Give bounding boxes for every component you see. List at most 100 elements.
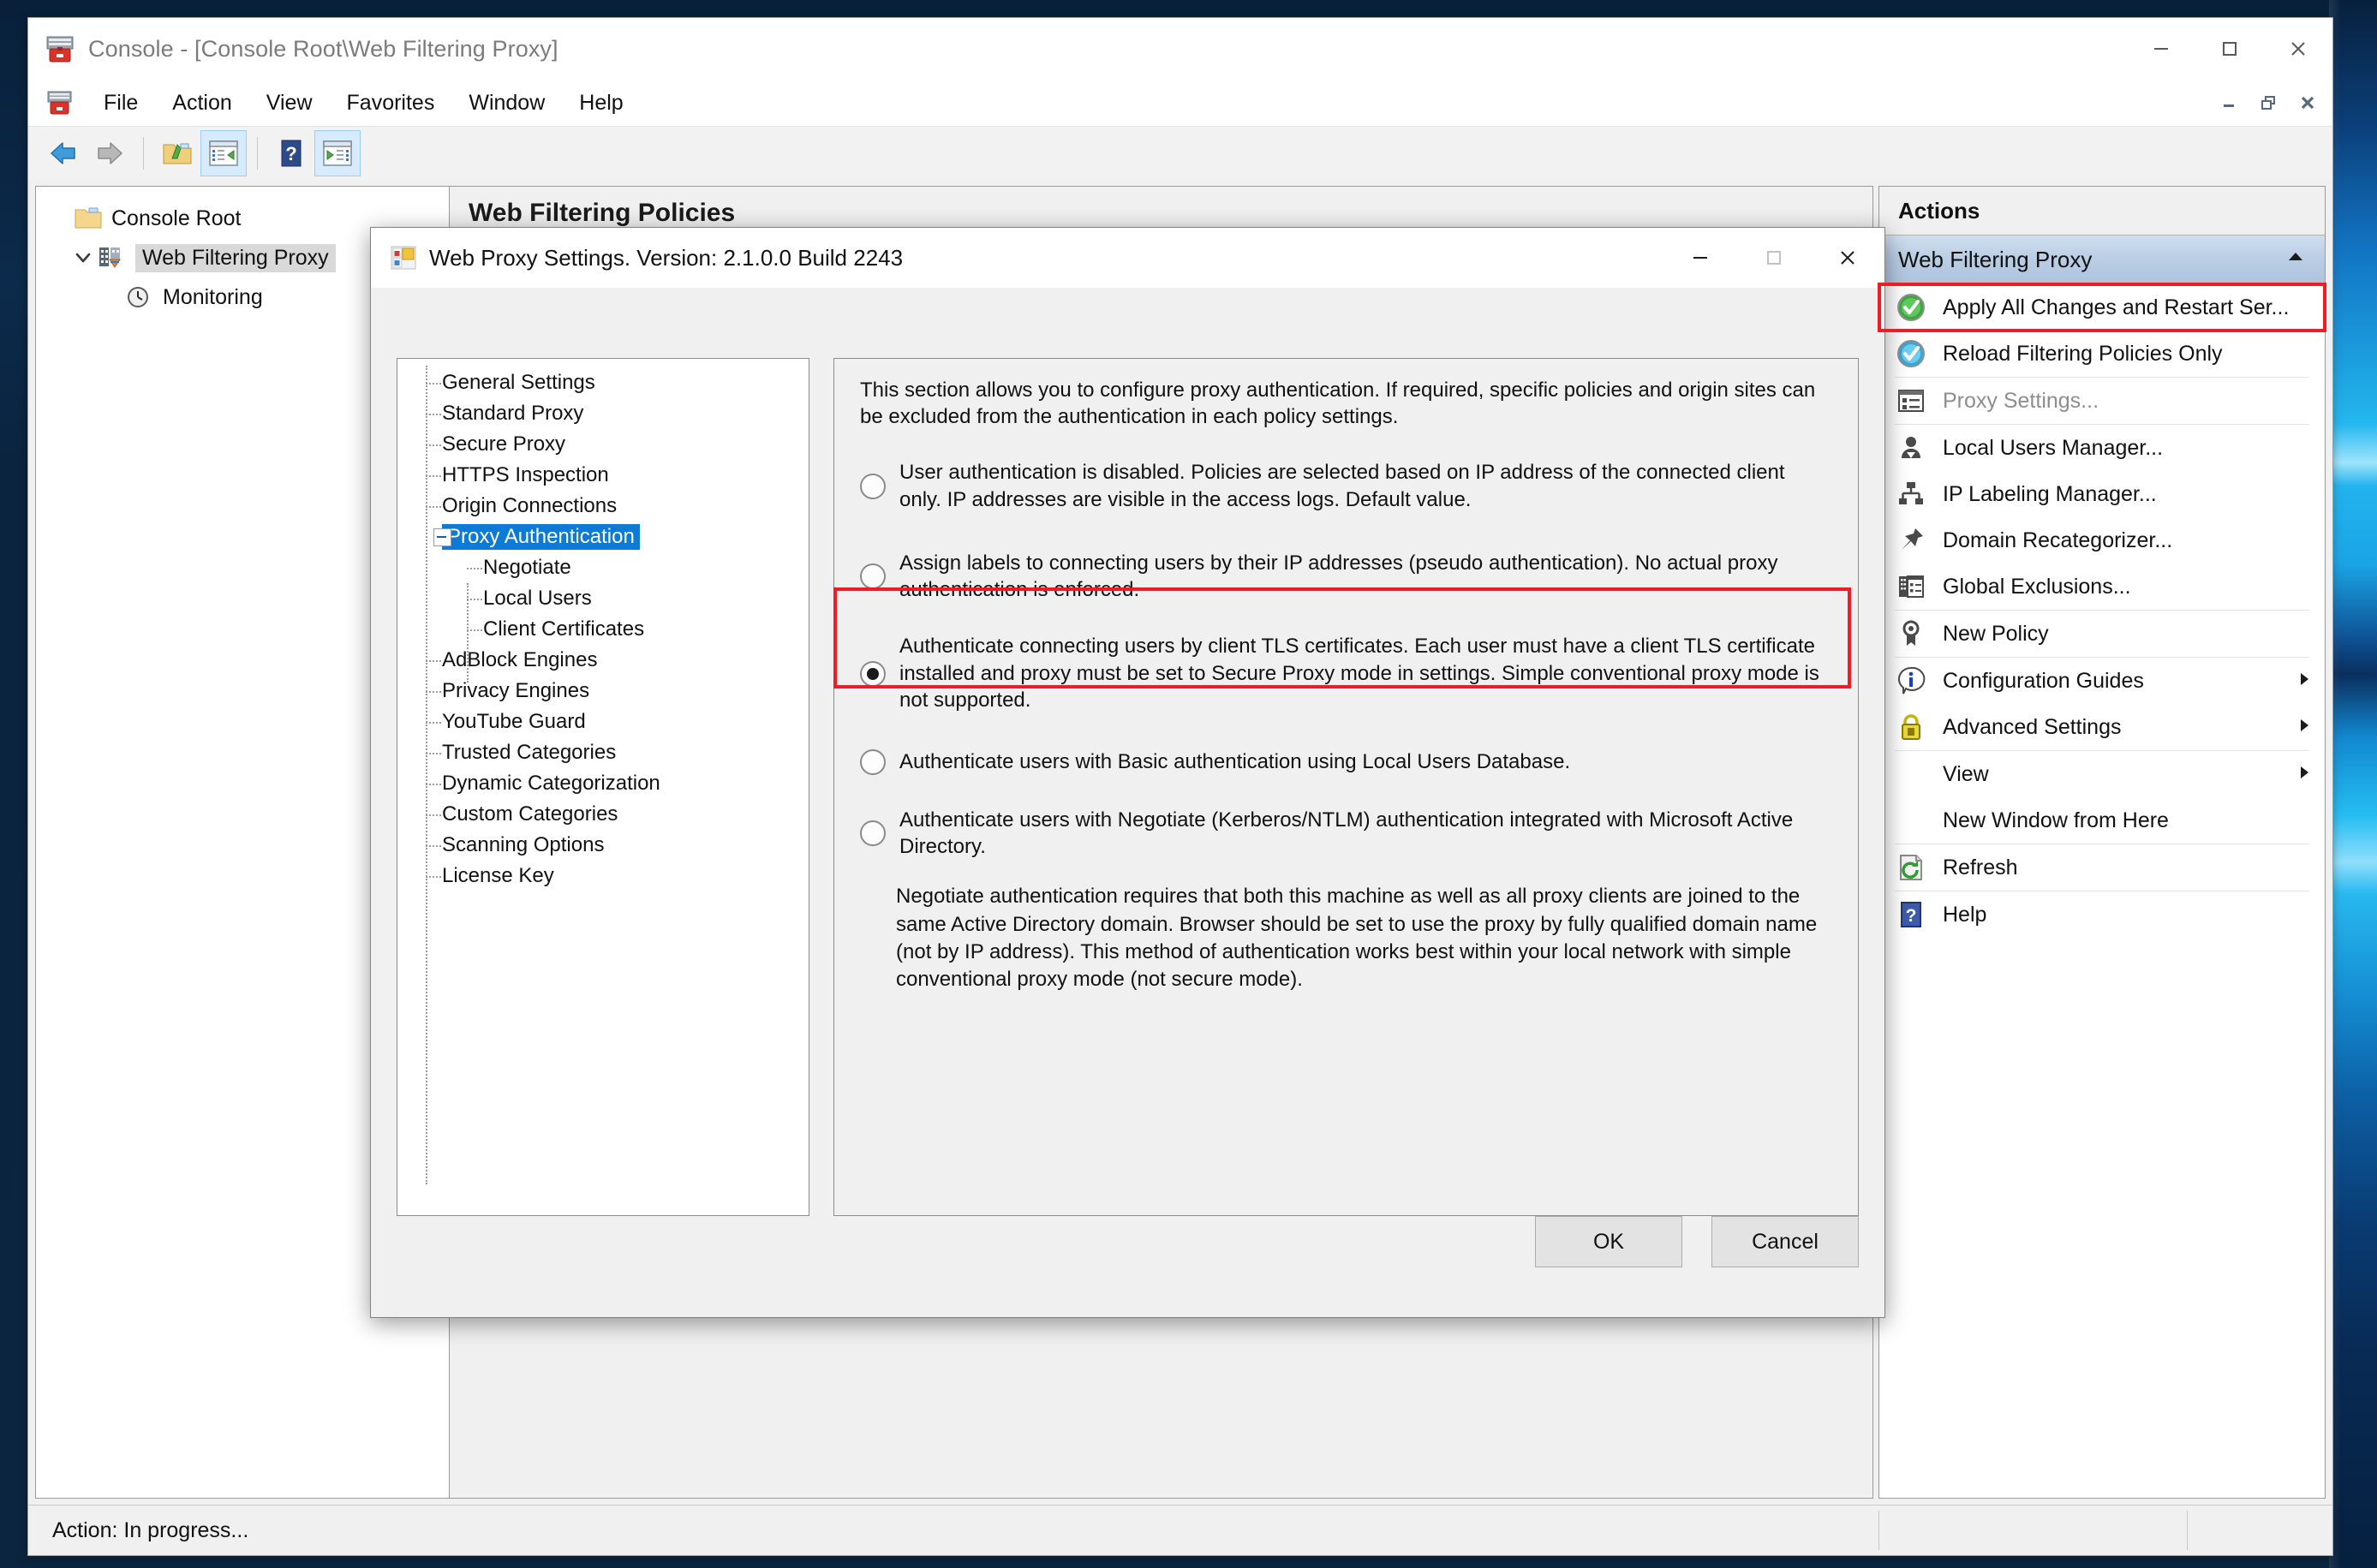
action-view[interactable]: View <box>1879 751 2325 797</box>
svg-text:?: ? <box>285 143 296 164</box>
forward-icon[interactable] <box>87 130 133 176</box>
action-label: Apply All Changes and Restart Ser... <box>1943 295 2290 319</box>
dialog-body: General Settings Standard Proxy Secure P… <box>371 288 1884 1317</box>
show-action-pane-icon[interactable] <box>314 130 361 176</box>
dialog-button-bar: OK Cancel <box>1535 1216 1859 1267</box>
option-client-tls-certificates[interactable]: Authenticate connecting users by client … <box>860 633 1832 714</box>
minimize-icon[interactable] <box>2127 18 2195 80</box>
action-help[interactable]: ? Help <box>1879 891 2325 938</box>
settings-tree-item-youtube-guard[interactable]: YouTube Guard <box>397 706 809 737</box>
tree-guide <box>413 676 442 706</box>
settings-tree-item-local-users[interactable]: Local Users <box>397 583 809 614</box>
action-label: Advanced Settings <box>1943 714 2122 739</box>
settings-tree-item-custom-categories[interactable]: Custom Categories <box>397 799 809 830</box>
settings-tree-item-proxy-authentication[interactable]: Proxy Authentication <box>397 522 809 552</box>
action-configuration-guides[interactable]: Configuration Guides <box>1879 658 2325 704</box>
mdi-close-icon[interactable] <box>2288 85 2327 121</box>
mdi-minimize-icon[interactable] <box>2209 85 2249 121</box>
maximize-icon[interactable] <box>2195 18 2264 80</box>
action-label: View <box>1943 761 1989 786</box>
info-icon <box>1895 665 1927 697</box>
action-new-window-from-here[interactable]: New Window from Here <box>1879 797 2325 844</box>
radio-ip-labels-pseudo-auth[interactable] <box>860 563 886 590</box>
menu-window[interactable]: Window <box>453 86 560 121</box>
radio-no-authentication[interactable] <box>860 474 886 500</box>
menu-file[interactable]: File <box>88 86 153 121</box>
settings-tree-item-privacy-engines[interactable]: Privacy Engines <box>397 676 809 706</box>
page-title: Web Filtering Policies <box>469 199 736 227</box>
radio-basic-authentication[interactable] <box>860 748 886 775</box>
action-new-policy[interactable]: New Policy <box>1879 611 2325 657</box>
menu-help[interactable]: Help <box>564 86 638 121</box>
action-advanced-settings[interactable]: Advanced Settings <box>1879 704 2325 750</box>
minus-expander-icon[interactable] <box>433 528 451 546</box>
lock-icon <box>1895 711 1927 743</box>
tree-item-label: Web Filtering Proxy <box>135 243 336 272</box>
menu-view[interactable]: View <box>251 86 328 121</box>
dialog-title: Web Proxy Settings. Version: 2.1.0.0 Bui… <box>429 244 904 271</box>
option-ip-labels-pseudo-auth[interactable]: Assign labels to connecting users by the… <box>860 550 1832 604</box>
settings-tree-item-client-certificates[interactable]: Client Certificates <box>397 614 809 645</box>
action-global-exclusions[interactable]: Global Exclusions... <box>1879 563 2325 610</box>
close-icon[interactable] <box>2264 18 2332 80</box>
settings-tree-label: Standard Proxy <box>442 402 584 425</box>
option-negotiate-authentication[interactable]: Authenticate users with Negotiate (Kerbe… <box>860 807 1832 861</box>
action-ip-labeling-manager[interactable]: IP Labeling Manager... <box>1879 471 2325 517</box>
tree-item-label: Monitoring <box>163 284 263 309</box>
settings-tree-item-negotiate[interactable]: Negotiate <box>397 552 809 583</box>
settings-tree-item-secure-proxy[interactable]: Secure Proxy <box>397 429 809 460</box>
actions-group-web-filtering-proxy[interactable]: Web Filtering Proxy <box>1879 235 2325 284</box>
minimize-icon[interactable] <box>1663 228 1737 288</box>
settings-tree-item-scanning-options[interactable]: Scanning Options <box>397 830 809 861</box>
menu-action[interactable]: Action <box>157 86 247 121</box>
menu-favorites[interactable]: Favorites <box>331 86 451 121</box>
action-refresh[interactable]: Refresh <box>1879 844 2325 891</box>
ok-button[interactable]: OK <box>1535 1216 1682 1267</box>
panel-intro-text: This section allows you to configure pro… <box>860 379 1816 428</box>
settings-tree-label: HTTPS Inspection <box>442 463 609 486</box>
actions-pane-header: Actions <box>1879 187 2325 235</box>
close-icon[interactable] <box>1811 228 1884 288</box>
chevron-down-icon[interactable] <box>69 248 98 267</box>
option-basic-authentication[interactable]: Authenticate users with Basic authentica… <box>860 748 1832 776</box>
settings-tree-item-https-inspection[interactable]: HTTPS Inspection <box>397 460 809 491</box>
tree-guide <box>413 768 442 799</box>
radio-client-tls-certificates[interactable] <box>860 660 886 687</box>
chevron-up-icon[interactable] <box>2285 247 2306 273</box>
tree-collapse-toggle[interactable] <box>413 522 451 552</box>
action-reload-filtering-policies-only[interactable]: Reload Filtering Policies Only <box>1879 331 2325 377</box>
settings-tree-item-standard-proxy[interactable]: Standard Proxy <box>397 398 809 429</box>
blue-check-icon <box>1895 337 1927 370</box>
web-proxy-settings-dialog: Web Proxy Settings. Version: 2.1.0.0 Bui… <box>370 227 1885 1318</box>
maximize-icon[interactable] <box>1737 228 1811 288</box>
radio-negotiate-authentication[interactable] <box>860 820 886 847</box>
tree-guide <box>413 367 442 398</box>
settings-tree-item-general-settings[interactable]: General Settings <box>397 367 809 398</box>
option-no-authentication[interactable]: User authentication is disabled. Policie… <box>860 459 1832 513</box>
toolbar-separator-2 <box>257 137 258 170</box>
dialog-titlebar: Web Proxy Settings. Version: 2.1.0.0 Bui… <box>371 228 1884 288</box>
settings-tree-item-adblock-engines[interactable]: AdBlock Engines <box>397 645 809 676</box>
settings-tree-item-dynamic-categorization[interactable]: Dynamic Categorization <box>397 768 809 799</box>
tree-guide <box>454 583 483 614</box>
action-proxy-settings[interactable]: Proxy Settings... <box>1879 378 2325 424</box>
action-apply-all-changes-and-restart[interactable]: Apply All Changes and Restart Ser... <box>1878 283 2326 332</box>
help-icon[interactable]: ? <box>268 130 314 176</box>
settings-tree-item-license-key[interactable]: License Key <box>397 861 809 891</box>
action-domain-recategorizer[interactable]: Domain Recategorizer... <box>1879 517 2325 563</box>
no-icon <box>1895 804 1927 837</box>
tree-guide <box>413 830 442 861</box>
tree-guide <box>413 706 442 737</box>
status-separator <box>1878 1511 1879 1550</box>
mdi-restore-icon[interactable] <box>2249 85 2288 121</box>
cancel-button[interactable]: Cancel <box>1711 1216 1859 1267</box>
tree-guide <box>413 491 442 522</box>
show-console-tree-icon[interactable] <box>200 130 247 176</box>
show-folder-icon[interactable] <box>154 130 200 176</box>
back-icon[interactable] <box>40 130 87 176</box>
settings-tree-item-origin-connections[interactable]: Origin Connections <box>397 491 809 522</box>
action-local-users-manager[interactable]: Local Users Manager... <box>1879 425 2325 471</box>
settings-tree-label: Negotiate <box>483 556 571 579</box>
settings-tree-item-trusted-categories[interactable]: Trusted Categories <box>397 737 809 768</box>
settings-tree-label: AdBlock Engines <box>442 648 598 671</box>
